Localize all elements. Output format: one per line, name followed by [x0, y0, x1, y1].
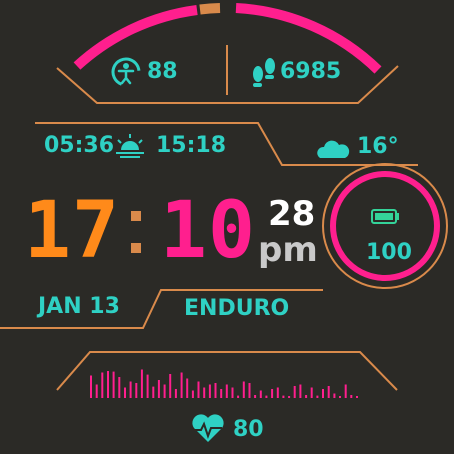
heart-rate-bar [248, 383, 251, 398]
heart-rate-bar [135, 383, 138, 398]
heart-rate-bar [186, 378, 189, 398]
heart-rate-bar [333, 393, 336, 398]
heart-rate-bar [95, 384, 98, 398]
body-battery-value: 88 [147, 59, 178, 84]
minute: 10 [160, 186, 256, 276]
heart-rate-history [90, 369, 358, 398]
heart-rate-bar [231, 387, 234, 398]
sunrise-icon [116, 134, 144, 158]
heart-rate-bar [157, 380, 160, 398]
sunrise-time: 05:36 [44, 133, 115, 158]
hour: 17 [24, 186, 120, 276]
heart-rate-bar [242, 381, 245, 398]
heart-rate-bar [305, 395, 308, 398]
heart-rate-bar [191, 390, 194, 398]
date: JAN 13 [38, 294, 120, 319]
top-arc-left [73, 5, 198, 70]
heart-rate-bar [203, 387, 206, 398]
heart-rate-bar [112, 371, 115, 398]
partly-cloudy-night-icon [317, 137, 350, 158]
heart-rate-bar [180, 372, 183, 398]
heart-rate-bar [356, 396, 358, 398]
heart-icon [192, 414, 224, 442]
heart-rate-bar [140, 369, 143, 398]
heart-rate-bar [265, 395, 268, 398]
temperature: 16° [357, 134, 399, 159]
heart-rate-bar [299, 384, 302, 398]
heart-rate-bar [225, 384, 228, 398]
heart-rate-value: 80 [233, 417, 264, 442]
heart-rate-bar [146, 374, 149, 398]
heart-rate-bar [276, 387, 279, 398]
heart-rate-bar [293, 386, 296, 398]
heart-rate-bar [118, 377, 121, 398]
heart-rate-bar [310, 387, 313, 398]
heart-rate-bar [129, 381, 132, 398]
heart-rate-bar [254, 395, 257, 398]
heart-rate-bar [169, 374, 172, 398]
heart-rate-bar [259, 390, 262, 398]
am-pm: pm [258, 230, 318, 270]
heart-rate-bar [101, 372, 104, 398]
heart-rate-bar [271, 389, 274, 398]
top-arc-marker [199, 3, 221, 15]
footsteps-icon [253, 58, 275, 87]
heart-rate-bar [237, 395, 240, 398]
activity-mode[interactable]: ENDURO [184, 296, 289, 321]
heart-rate-bar [322, 389, 324, 398]
battery-icon [371, 209, 399, 224]
heart-rate-bar [339, 396, 341, 398]
heart-rate-bar [327, 386, 330, 398]
heart-rate-bar [90, 375, 92, 398]
heart-rate-bar [208, 384, 211, 398]
heart-rate-bar [316, 395, 319, 398]
heart-rate-bar [282, 395, 285, 398]
heart-rate-bar [214, 383, 217, 398]
heart-rate-bar [220, 389, 223, 398]
body-battery-icon [111, 57, 141, 87]
heart-rate-bar [174, 389, 177, 398]
sunset-time: 15:18 [156, 133, 227, 158]
heart-rate-bar [350, 395, 353, 398]
heart-rate-bar [163, 384, 166, 398]
heart-rate-bar [107, 371, 109, 398]
heart-rate-bar [288, 396, 291, 398]
heart-rate-bar [152, 386, 155, 398]
battery-outer-ring [322, 163, 448, 289]
heart-rate-bar [197, 381, 200, 398]
time-separator [131, 211, 141, 253]
battery-level: 100 [366, 240, 412, 265]
heart-rate-bar [124, 387, 126, 398]
seconds: 28 [268, 194, 316, 234]
steps-value: 6985 [280, 59, 342, 84]
heart-rate-bar [344, 384, 347, 398]
